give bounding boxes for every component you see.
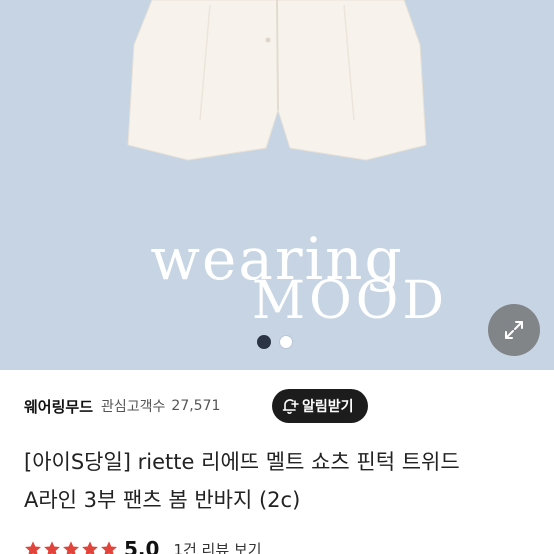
product-image [127, 0, 427, 161]
rating-value: 5.0 [124, 537, 160, 554]
alarm-subscribe-button[interactable]: 알림받기 [272, 389, 368, 423]
alarm-button-label: 알림받기 [302, 399, 354, 415]
rating-row: 5.0 1건 리뷰 보기 [24, 537, 262, 554]
star-icon [63, 541, 79, 554]
review-link[interactable]: 1건 리뷰 보기 [173, 539, 261, 554]
follower-label: 관심고객수 [101, 399, 166, 415]
carousel-indicator [257, 335, 293, 349]
expand-image-button[interactable] [488, 304, 540, 356]
shop-name-link[interactable]: 웨어링무드 [24, 396, 93, 417]
bell-plus-icon [282, 399, 299, 414]
star-icon [101, 541, 117, 554]
carousel-dot-1[interactable] [257, 335, 271, 349]
product-image-carousel[interactable]: wearing MOOD [0, 0, 554, 370]
star-icon [44, 541, 60, 554]
follower-count: 27,571 [171, 398, 221, 414]
rating-stars [24, 540, 118, 554]
star-icon [82, 541, 98, 554]
product-title: [아이S당일] riette 리에뜨 멜트 쇼츠 핀턱 트위드 A라인 3부 팬… [24, 443, 534, 519]
expand-diagonal-arrows-icon [505, 321, 523, 339]
shop-info-row: 웨어링무드 관심고객수 27,571 알림받기 [0, 386, 554, 426]
product-title-line-1: [아이S당일] riette 리에뜨 멜트 쇼츠 핀턱 트위드 [24, 450, 460, 474]
star-icon [25, 541, 41, 554]
carousel-dot-2[interactable] [279, 335, 293, 349]
product-title-line-2: A라인 3부 팬츠 봄 반바지 (2c) [24, 488, 301, 512]
